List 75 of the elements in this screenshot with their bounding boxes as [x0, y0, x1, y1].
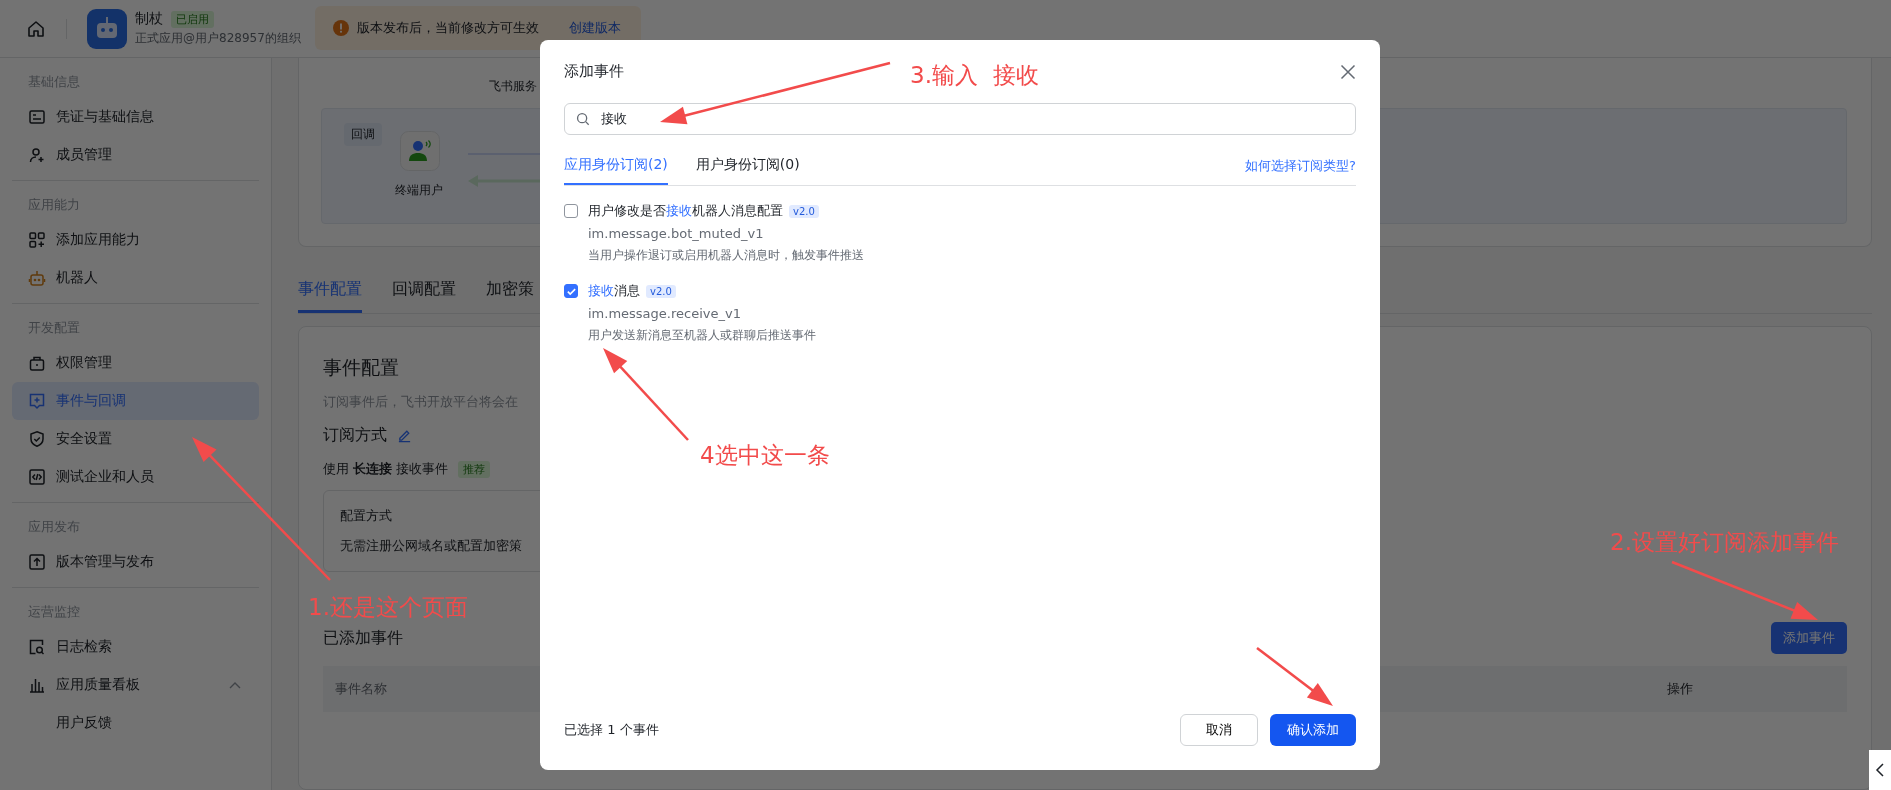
sidebar-item[interactable]: 权限管理 [12, 344, 259, 382]
sidebar-item[interactable]: 凭证与基础信息 [12, 98, 259, 136]
collapse-icon[interactable] [1869, 750, 1891, 790]
event-name: 接收消息 [588, 282, 640, 300]
annotation-text: 2.设置好订阅添加事件 [1610, 528, 1839, 557]
create-version-link[interactable]: 创建版本 [569, 19, 621, 37]
recommended-tag: 推荐 [458, 460, 491, 478]
column-header: 操作 [1667, 680, 1693, 698]
sidebar-item[interactable]: 添加应用能力 [12, 221, 259, 259]
sidebar-item[interactable]: 事件与回调 [12, 382, 259, 420]
subscribe-method-text: 使用 长连接 接收事件 [323, 460, 449, 478]
cancel-button[interactable]: 取消 [1180, 714, 1258, 746]
checkbox[interactable] [564, 284, 578, 298]
notice-text: 版本发布后，当前修改方可生效 [357, 19, 539, 37]
event-code: im.message.bot_muted_v1 [588, 226, 765, 241]
status-tag: 已启用 [171, 10, 214, 28]
tab[interactable]: 加密策 [486, 279, 534, 313]
upload-icon [28, 553, 46, 571]
annotation-text: 3.输入 接收 [910, 61, 1039, 90]
tab[interactable]: 应用身份订阅(2) [564, 156, 668, 185]
checkbox[interactable] [564, 204, 578, 218]
tag: 回调 [344, 123, 382, 146]
column-header: 事件名称 [334, 680, 387, 698]
search-icon [576, 112, 590, 126]
card-icon [28, 108, 46, 126]
event-description: 当用户操作退订或启用机器人消息时，触发事件推送 [588, 247, 864, 264]
search-field[interactable]: 接收 [564, 103, 1356, 135]
section-title: 事件配置 [323, 355, 400, 380]
sidebar-item[interactable]: 版本管理与发布 [12, 543, 259, 581]
code-icon [28, 468, 46, 486]
sidebar-item[interactable]: 安全设置 [12, 420, 259, 458]
event-icon [28, 392, 46, 410]
node-label: 飞书服务 [489, 78, 537, 95]
add-user-icon [28, 146, 46, 164]
close-icon[interactable] [1340, 63, 1356, 80]
version-tag: v2.0 [646, 284, 676, 298]
edit-icon[interactable] [397, 428, 412, 443]
sidebar-item[interactable]: 机器人 [12, 259, 259, 297]
added-events-title: 已添加事件 [323, 627, 403, 649]
add-event-button[interactable]: 添加事件 [1771, 622, 1847, 654]
app-name: 制杖 [135, 10, 163, 28]
sidebar-item[interactable]: 应用质量看板 [12, 666, 259, 704]
sidebar-subitem[interactable]: 用户反馈 [12, 704, 259, 742]
lock-icon [28, 354, 46, 372]
robot-icon [87, 8, 127, 49]
selection-count: 已选择 1 个事件 [564, 721, 659, 739]
app-organization: 正式应用@用户828957的组织 [135, 30, 302, 47]
tab[interactable]: 回调配置 [392, 279, 456, 313]
version-tag: v2.0 [789, 204, 819, 218]
annotation-text: 4选中这一条 [700, 441, 830, 470]
log-search-icon [28, 638, 46, 656]
tab[interactable]: 事件配置 [298, 279, 362, 313]
annotation-text: 1.还是这个页面 [308, 593, 468, 622]
sidebar-item[interactable]: 成员管理 [12, 136, 259, 174]
event-name: 用户修改是否接收机器人消息配置 [588, 202, 783, 220]
bar-chart-icon [28, 676, 46, 694]
caret-icon[interactable] [229, 681, 241, 689]
event-description: 用户发送新消息至机器人或群聊后推送事件 [588, 327, 816, 344]
node-label: 终端用户 [395, 182, 443, 199]
confirm-button[interactable]: 确认添加 [1270, 714, 1356, 746]
sidebar-item[interactable]: 日志检索 [12, 628, 259, 666]
config-description: 无需注册公网域名或配置加密策 [340, 537, 523, 555]
warning-icon [333, 20, 349, 36]
sidebar-item[interactable]: 测试企业和人员 [12, 458, 259, 496]
home-icon[interactable] [26, 18, 46, 39]
grid-icon [28, 231, 46, 249]
event-code: im.message.receive_v1 [588, 306, 742, 321]
help-link[interactable]: 如何选择订阅类型? [1245, 157, 1356, 185]
config-title: 配置方式 [340, 507, 393, 525]
user-icon [400, 131, 440, 171]
robot-icon [28, 269, 46, 287]
dialog-title: 添加事件 [564, 62, 624, 81]
subsection-title: 订阅方式 [323, 425, 387, 446]
tab[interactable]: 用户身份订阅(0) [695, 156, 800, 185]
shield-icon [28, 430, 46, 448]
